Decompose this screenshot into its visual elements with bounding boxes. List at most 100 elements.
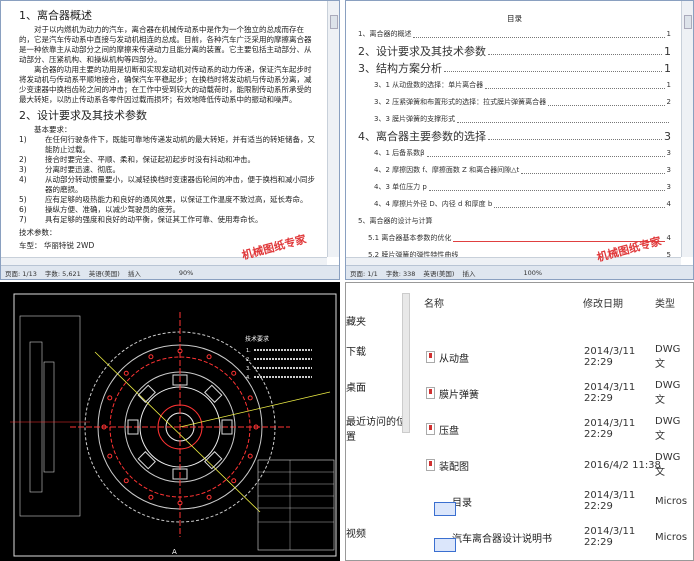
toc-leader xyxy=(426,145,665,157)
file-date: 2014/3/11 22:29 xyxy=(584,526,636,548)
rivet-hole xyxy=(107,395,113,401)
file-type: DWG 文 xyxy=(655,380,681,406)
heading-overview: 1、离合器概述 xyxy=(19,9,92,22)
toc-leader xyxy=(521,162,665,174)
toc-entry-title: 4、2 摩擦因数 f、摩擦面数 Z 和离合器间隙△t xyxy=(374,166,520,174)
file-row[interactable]: 从动盘 2014/3/11 22:29 DWG 文 xyxy=(426,344,693,370)
item-number: 3) xyxy=(19,165,27,174)
item-number: 2) xyxy=(19,155,27,164)
nav-scrollbar[interactable] xyxy=(402,293,410,433)
column-header-name[interactable]: 名称 xyxy=(424,295,444,310)
vertical-scrollbar[interactable] xyxy=(327,1,339,257)
nav-item[interactable]: 最近访问的位置 xyxy=(346,413,406,443)
column-header-date[interactable]: 修改日期 xyxy=(583,295,623,310)
toc-entry[interactable]: 4、2 摩擦因数 f、摩擦面数 Z 和离合器间隙△t 3 xyxy=(358,162,671,179)
toc-page-number: 3 xyxy=(664,130,671,143)
toc-page-number: 2 xyxy=(666,98,671,106)
rivet-hole xyxy=(247,453,253,459)
file-date: 2014/3/11 22:29 xyxy=(584,490,636,512)
toc-entry-title: 2、设计要求及其技术参数 xyxy=(358,45,486,58)
paragraph: 离合器的功用主要的功用是切断和实现发动机对传动系的动力传递，保证汽车起步时将发动… xyxy=(19,65,312,104)
rivet-hole xyxy=(148,494,154,500)
file-name: 从动盘 xyxy=(439,353,469,365)
toc-entry[interactable]: 4、4 摩擦片外径 D、内径 d 和厚度 b 4 xyxy=(358,196,671,213)
toc-leader xyxy=(413,26,665,38)
item-text: 操纵方便、准确，以减少驾驶员的疲劳。 xyxy=(45,205,180,214)
toc-entry-title: 5.1 离合器基本参数的优化 xyxy=(368,234,452,242)
paragraph: 对于以内燃机为动力的汽车，离合器在机械传动系中是作为一个独立的总成而存在的，它是… xyxy=(19,25,312,64)
word-count: 字数: 338 xyxy=(385,269,416,278)
dwg-file-icon xyxy=(426,387,435,399)
toc-entry-title: 3、3 膜片弹簧的支撑形式 xyxy=(374,115,456,123)
horizontal-scrollbar[interactable] xyxy=(1,257,327,265)
requirement-item: 3) 分离时要迅速、彻底。 xyxy=(19,165,317,175)
word-file-icon xyxy=(434,502,456,516)
toc-page-number: 3 xyxy=(666,149,671,157)
insert-mode[interactable]: 插入 xyxy=(462,268,475,278)
toc-leader xyxy=(428,179,665,191)
item-text: 具有足够的强度和良好的动平衡，保证其工作可靠、使用寿命长。 xyxy=(45,215,263,224)
rivet-hole xyxy=(231,370,237,376)
basic-requirements-label: 基本要求： xyxy=(34,125,72,134)
tech-requirement-item: 3. xyxy=(246,366,251,372)
toc-entry-title: 4、1 后备系数β xyxy=(374,149,425,157)
toc-leader xyxy=(444,60,662,72)
nav-item[interactable]: 视频 xyxy=(346,525,366,540)
page-count: 页面: 1/13 xyxy=(5,269,37,278)
file-row[interactable]: 压盘 2014/3/11 22:29 DWG 文 xyxy=(426,416,693,442)
document-page[interactable]: 目录 1、离合器的概述 1 2、设计要求及其技术参数 1 3、结构方案分析 1 3、1 从动… xyxy=(350,9,679,276)
toc-leader xyxy=(485,77,665,89)
clutch-assembly-drawing: 技术要求 1. 2. 3. 4. A xyxy=(10,293,337,557)
file-row[interactable]: 目录 2014/3/11 22:29 Micros xyxy=(426,490,693,516)
horizontal-scrollbar[interactable] xyxy=(346,257,681,265)
file-row[interactable]: 装配图 2016/4/2 11:38 DWG 文 xyxy=(426,452,693,478)
rivet-hole xyxy=(231,478,237,484)
toc-entry-title: 4、4 摩擦片外径 D、内径 d 和厚度 b xyxy=(374,200,493,208)
zoom-level[interactable]: 100% xyxy=(523,269,542,277)
toc-entry[interactable]: 2、设计要求及其技术参数 1 xyxy=(358,43,671,60)
toc-entry[interactable]: 3、结构方案分析 1 xyxy=(358,60,671,77)
requirement-item: 4) 从动部分转动惯量要小，以减轻换档时变速器齿轮间的冲击，便于换档和减小同步器的… xyxy=(19,175,317,195)
tech-params-label: 技术参数： xyxy=(19,228,57,237)
toc-page-number: 4 xyxy=(666,200,671,208)
toc-entry[interactable]: 4、3 单位压力 p 3 xyxy=(358,179,671,196)
toc-entry[interactable]: 4、1 后备系数β 3 xyxy=(358,145,671,162)
file-row[interactable]: 汽车离合器设计说明书 2014/3/11 22:29 Micros xyxy=(426,526,693,552)
document-page[interactable]: 1、离合器概述 对于以内燃机为动力的汽车，离合器在机械传动系中是作为一个独立的总… xyxy=(9,3,325,257)
language[interactable]: 英语(美国) xyxy=(89,268,120,278)
file-row[interactable]: 膜片弹簧 2014/3/11 22:29 DWG 文 xyxy=(426,380,693,406)
toc-entry-title: 4、3 单位压力 p xyxy=(374,183,427,191)
rivet-hole xyxy=(123,370,129,376)
toc-document-window: 目录 1、离合器的概述 1 2、设计要求及其技术参数 1 3、结构方案分析 1 3、1 从动… xyxy=(345,0,694,280)
column-header-type[interactable]: 类型 xyxy=(655,295,675,310)
toc-entry-title: 3、1 从动盘数的选择：单片离合器 xyxy=(374,81,484,89)
file-type: DWG 文 xyxy=(655,452,681,478)
toc-entry-title: 1、离合器的概述 xyxy=(358,30,412,38)
zoom-level[interactable]: 90% xyxy=(179,269,193,277)
nav-item[interactable]: 藏夹 xyxy=(346,313,366,328)
word-count: 字数: 5,621 xyxy=(44,269,81,278)
toc-entry-title: 3、结构方案分析 xyxy=(358,62,442,75)
cad-drawing[interactable]: 技术要求 1. 2. 3. 4. A xyxy=(0,282,340,561)
nav-item[interactable]: 桌面 xyxy=(346,379,366,394)
item-text: 接合时要完全、平顺、柔和，保证起初起步时没有抖动和冲击。 xyxy=(45,155,255,164)
language[interactable]: 英语(美国) xyxy=(423,268,454,278)
requirement-item: 5) 应有足够的吸热能力和良好的通风效果，以保证工作温度不致过高，延长寿命。 xyxy=(19,195,317,205)
toc-entry[interactable]: 1、离合器的概述 1 xyxy=(358,26,671,43)
toc-entry[interactable]: 3、3 膜片弹簧的支撑形式 xyxy=(358,111,671,128)
file-name: 装配图 xyxy=(439,461,469,473)
toc-entry[interactable]: 5、离合器的设计与计算 xyxy=(358,213,671,230)
page-count: 页面: 1/1 xyxy=(350,269,378,278)
toc-page-number: 1 xyxy=(666,30,671,38)
toc-entry[interactable]: 4、离合器主要参数的选择 3 xyxy=(358,128,671,145)
item-number: 5) xyxy=(19,195,27,204)
toc-entry-title: 5、离合器的设计与计算 xyxy=(358,217,433,225)
toc-entry[interactable]: 3、1 从动盘数的选择：单片离合器 1 xyxy=(358,77,671,94)
navigation-pane: 藏夹下载桌面最近访问的位置视频 xyxy=(346,283,406,560)
nav-item[interactable]: 下载 xyxy=(346,343,366,358)
vertical-scrollbar[interactable] xyxy=(681,1,693,257)
file-type: DWG 文 xyxy=(655,416,681,442)
toc-entry[interactable]: 3、2 压紧弹簧和布置形式的选择：拉式膜片弹簧离合器 2 xyxy=(358,94,671,111)
rivet-hole xyxy=(107,453,113,459)
insert-mode[interactable]: 插入 xyxy=(128,268,141,278)
